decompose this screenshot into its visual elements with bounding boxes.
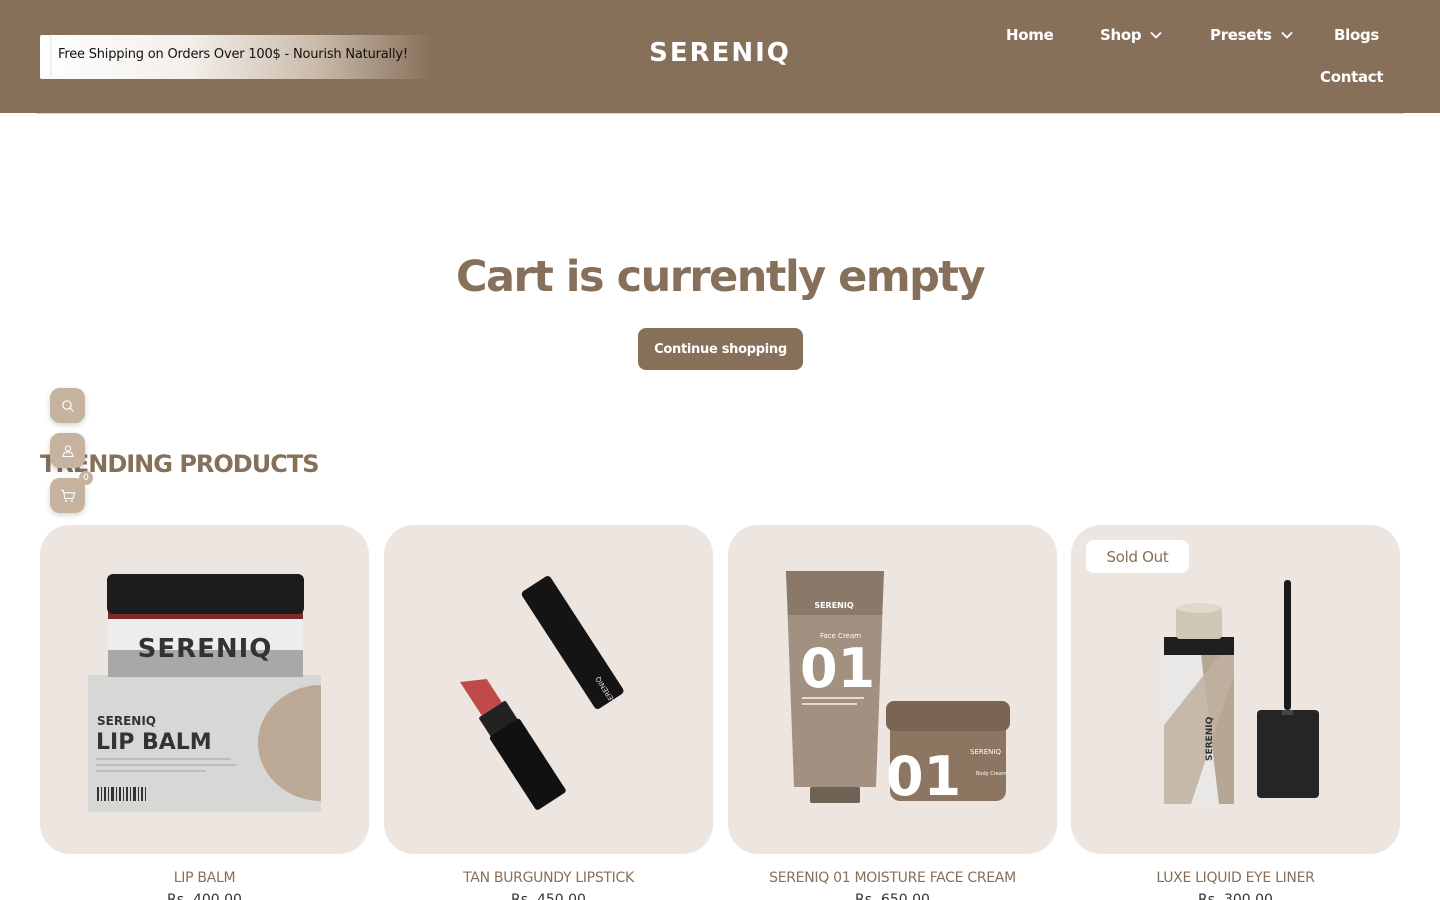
nav-presets[interactable]: Presets — [1210, 26, 1294, 44]
floating-account-button[interactable] — [50, 433, 85, 468]
product-image-eye-liner: SERENIQ — [1164, 580, 1319, 804]
product-card-lipstick[interactable]: SERENIQ — [384, 525, 713, 854]
product-card-face-cream[interactable]: SERENIQ Face Cream 01 01 SERENIQ Body Cr… — [728, 525, 1057, 854]
site-logo[interactable]: SERENIQ — [620, 38, 820, 68]
nav-blogs-label: Blogs — [1334, 26, 1380, 44]
cart-icon — [60, 489, 75, 502]
floating-cart-button[interactable] — [50, 478, 85, 513]
jar-label: Body Cream — [976, 771, 1007, 777]
empty-cart-title: Cart is currently empty — [455, 252, 986, 302]
nav-home[interactable]: Home — [1006, 26, 1054, 44]
nav-presets-label: Presets — [1210, 26, 1272, 44]
liner-brand: SERENIQ — [1205, 716, 1215, 761]
nav-shop[interactable]: Shop — [1100, 26, 1163, 44]
product-title[interactable]: TAN BURGUNDY LIPSTICK — [384, 870, 713, 886]
product-image-lipstick: SERENIQ — [459, 576, 624, 810]
product-price: Rs. 450.00 — [511, 892, 586, 900]
product-price: Rs. 650.00 — [855, 892, 930, 900]
product-image-face-cream: SERENIQ Face Cream 01 01 SERENIQ Body Cr… — [786, 571, 1010, 808]
nav-shop-label: Shop — [1100, 26, 1142, 44]
jar-brand: SERENIQ — [970, 748, 1001, 756]
product-price: Rs. 400.00 — [167, 892, 242, 900]
product-title[interactable]: LIP BALM — [40, 870, 369, 886]
jar-brand-text: SERENIQ — [138, 634, 273, 664]
nav-contact[interactable]: Contact — [1320, 68, 1384, 86]
product-price: Rs. 300.00 — [1198, 892, 1273, 900]
product-title[interactable]: SERENIQ 01 MOISTURE FACE CREAM — [728, 870, 1057, 886]
header-divider — [36, 113, 1404, 114]
product-card-lip-balm[interactable]: SERENIQ LIP BALM SERENIQ — [40, 525, 369, 854]
user-icon — [61, 444, 74, 457]
announcement-text: Free Shipping on Orders Over 100$ - Nour… — [58, 47, 408, 62]
package-brand-text: SERENIQ — [97, 714, 156, 728]
nav-contact-label: Contact — [1320, 68, 1384, 86]
chevron-down-icon — [1150, 31, 1162, 39]
tube-number: 01 — [800, 637, 875, 700]
search-icon — [61, 399, 74, 412]
chevron-down-icon — [1281, 31, 1293, 39]
cart-count-badge: 0 — [79, 471, 93, 485]
product-title[interactable]: LUXE LIQUID EYE LINER — [1071, 870, 1400, 886]
jar-number: 01 — [886, 745, 961, 808]
nav-home-label: Home — [1006, 26, 1054, 44]
announcement-accent — [40, 35, 50, 79]
floating-search-button[interactable] — [50, 388, 85, 423]
product-image-lip-balm: SERENIQ LIP BALM SERENIQ — [88, 574, 321, 812]
product-card-eye-liner[interactable]: SERENIQ Sold Out — [1071, 525, 1400, 854]
continue-shopping-button[interactable]: Continue shopping — [638, 328, 803, 370]
package-label-text: LIP BALM — [96, 730, 212, 755]
tube-brand: SERENIQ — [814, 601, 854, 610]
nav-blogs[interactable]: Blogs — [1334, 26, 1379, 44]
sold-out-badge: Sold Out — [1086, 540, 1189, 573]
